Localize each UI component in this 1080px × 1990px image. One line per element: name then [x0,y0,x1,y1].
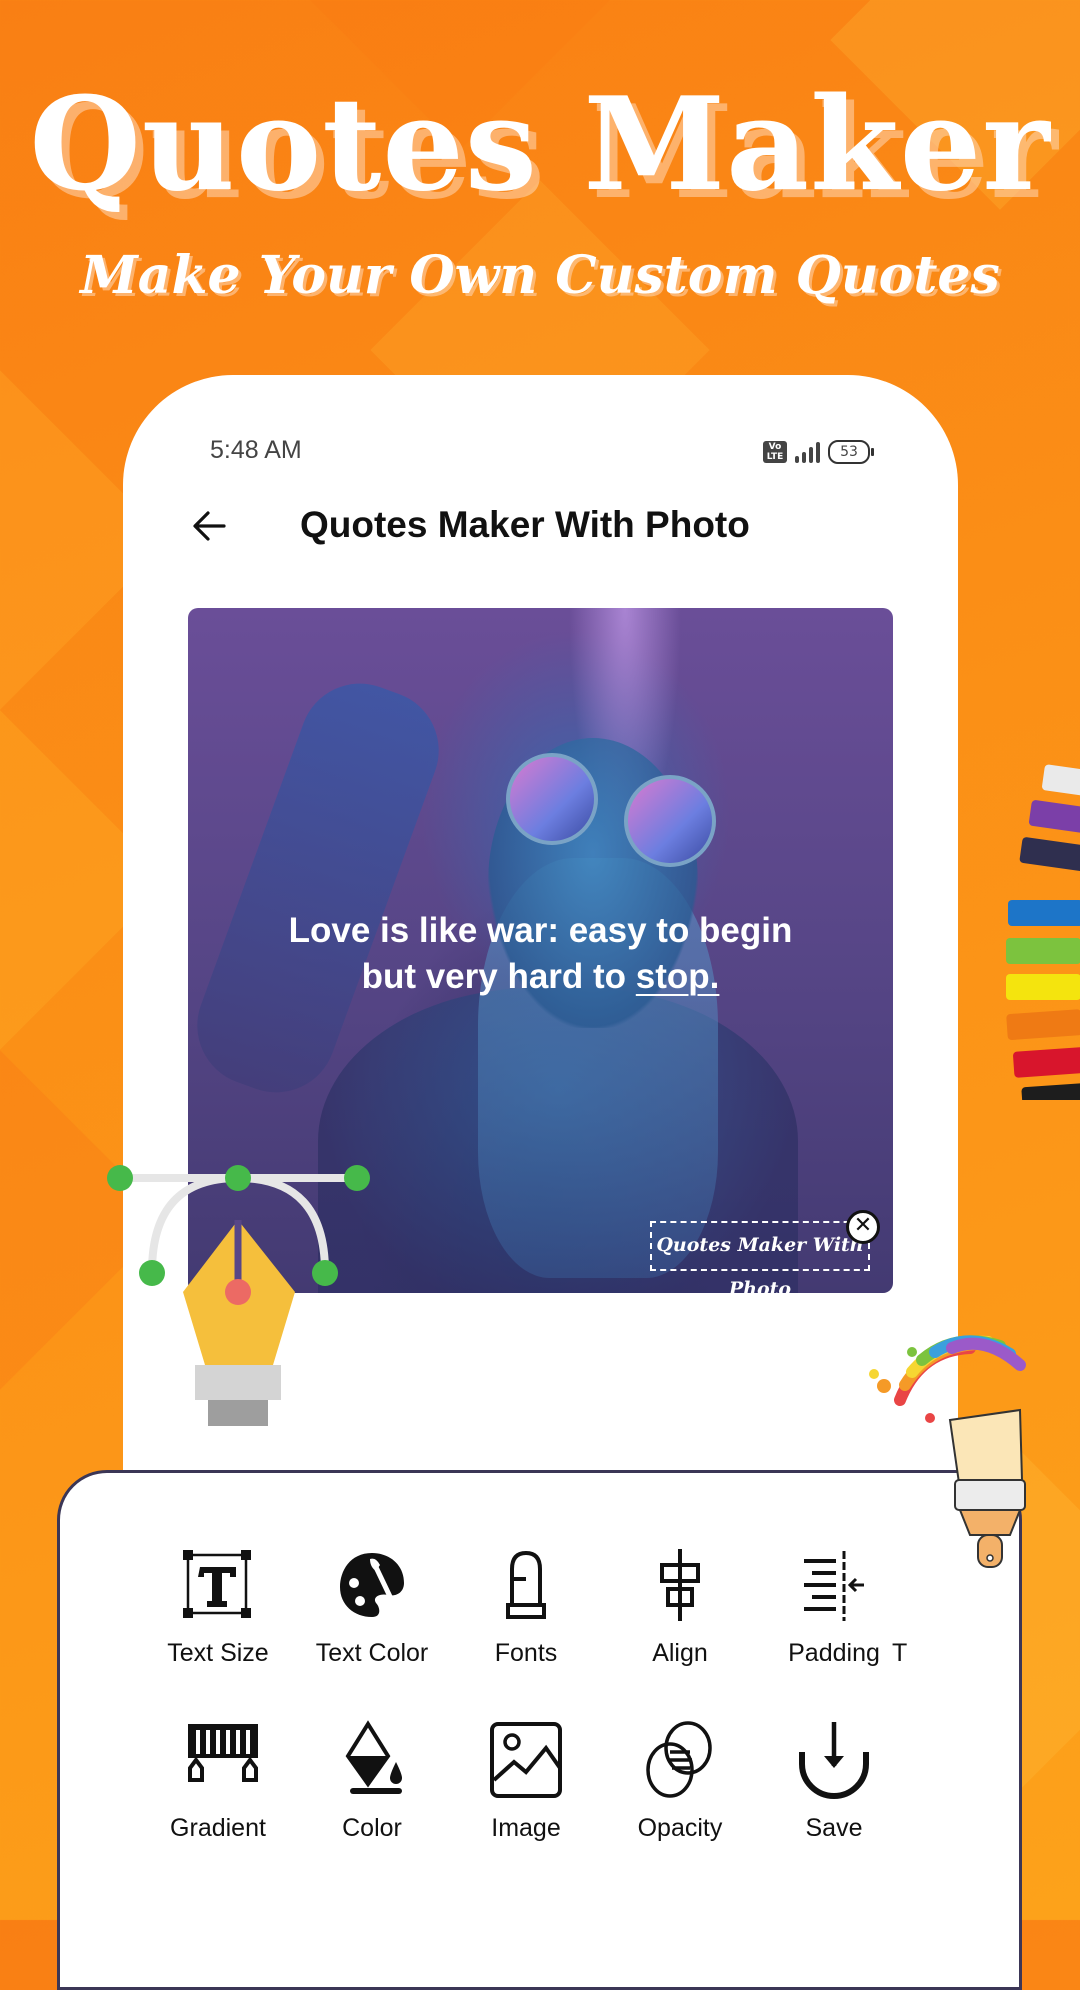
tool-align[interactable]: Align [605,1545,755,1668]
quote-line-1: Love is like war: easy to begin [288,911,793,950]
padding-icon [804,1551,864,1621]
quote-underlined-word: stop. [635,957,720,996]
tool-image[interactable]: Image [451,1720,601,1843]
tool-label: Gradient [170,1814,266,1842]
page-title: Quotes Maker With Photo [300,504,750,545]
tool-label: T [892,1639,908,1667]
status-bar: 5:48 AM Vo LTE 53 [210,436,874,472]
volte-icon: Vo LTE [763,441,787,463]
font-icon [506,1550,546,1619]
palette-icon [340,1553,404,1617]
quote-line-2: but very hard to stop. [228,954,853,1000]
photo-sunglasses [506,753,716,867]
tool-text-size[interactable]: Text Size [143,1545,293,1668]
tool-label: Text Size [167,1639,269,1667]
opacity-icon [646,1721,712,1798]
image-icon [490,1722,562,1798]
app-bar: Quotes Maker With Photo [190,500,890,560]
tool-color[interactable]: Color [297,1720,447,1843]
quote-line-2-text: but very hard to [361,957,636,996]
save-download-icon [799,1722,869,1799]
tool-label: Save [805,1814,863,1842]
tool-label: Image [491,1814,561,1842]
arrow-left-icon [193,511,226,541]
tool-label: Fonts [494,1639,558,1667]
back-button[interactable] [190,506,240,550]
tool-save[interactable]: Save [759,1720,909,1843]
text-size-icon [183,1550,251,1618]
align-center-icon [660,1549,700,1621]
quote-canvas[interactable]: Love is like war: easy to begin but very… [188,608,893,1293]
hero-title: Quotes Maker [29,70,1051,220]
watermark-box[interactable]: Quotes Maker With Photo [650,1221,870,1300]
tool-text-color[interactable]: Text Color [297,1545,447,1668]
hero-subtitle: Make Your Own Custom Quotes [80,245,1000,306]
text-icon [880,1545,940,1625]
tool-gradient[interactable]: Gradient [143,1720,293,1843]
tool-label: Align [652,1639,708,1667]
tool-opacity[interactable]: Opacity [605,1720,755,1843]
tool-label: Opacity [637,1814,723,1842]
tool-fonts[interactable]: Fonts [451,1545,601,1668]
paint-bucket-icon [345,1720,402,1794]
tool-label: Text Color [315,1639,429,1667]
signal-bars-icon [795,441,820,463]
quote-text[interactable]: Love is like war: easy to begin but very… [228,908,853,1000]
tool-label: Color [342,1814,402,1842]
close-circle-icon[interactable]: ✕ [846,1210,880,1244]
gradient-icon [188,1724,258,1782]
tool-text-partial[interactable]: T [880,1545,940,1668]
status-time: 5:48 AM [210,436,302,464]
battery-icon: 53 [828,440,874,464]
